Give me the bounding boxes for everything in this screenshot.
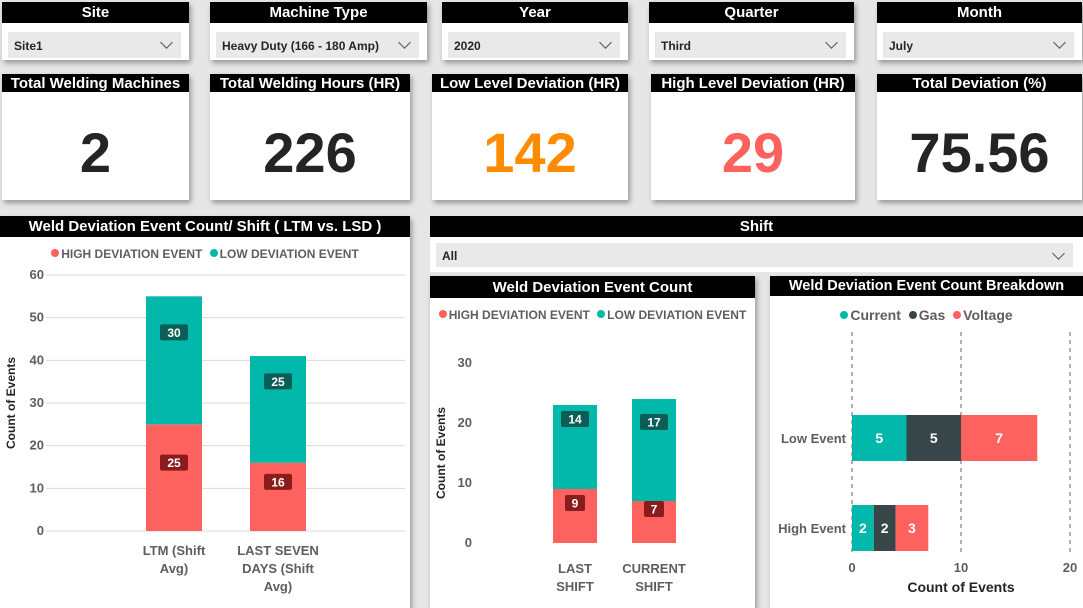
y-tick-label: 0	[37, 523, 44, 538]
chevron-down-icon	[1053, 36, 1066, 49]
x-tick-label: SHIFT	[635, 579, 673, 594]
kpi-title: Total Deviation (%)	[877, 74, 1082, 92]
quarter-dropdown[interactable]: Third	[655, 32, 846, 58]
x-tick-label: Avg)	[160, 561, 188, 576]
y-axis-title: Count of Events	[4, 357, 18, 449]
chevron-down-icon	[1052, 247, 1065, 260]
year-filter: Year 2020	[442, 2, 628, 60]
site-filter: Site Site1	[2, 2, 189, 60]
shift-dropdown[interactable]: All	[436, 243, 1073, 267]
y-tick-label: 20	[30, 438, 44, 453]
data-label: 17	[647, 416, 661, 430]
x-tick-label: 0	[848, 560, 855, 575]
x-tick-label: 10	[954, 560, 968, 575]
data-label: 5	[875, 430, 883, 446]
data-label: 2	[859, 520, 867, 536]
chart-ltm-vs-lsd-svg: 0 10 20 30 40 50 60 Count of Events 25 30 LTM (Shi…	[4, 267, 405, 594]
data-label: 7	[995, 430, 1003, 446]
quarter-filter-title: Quarter	[649, 2, 854, 23]
data-label: 25	[271, 375, 285, 389]
site-value: Site1	[14, 39, 43, 53]
chevron-down-icon	[599, 36, 612, 49]
quarter-value: Third	[661, 39, 691, 53]
year-dropdown[interactable]: 2020	[448, 32, 620, 58]
kpi-title: Low Level Deviation (HR)	[432, 74, 628, 92]
x-tick-label: 20	[1063, 560, 1077, 575]
x-tick-label: LAST SEVEN	[237, 543, 319, 558]
kpi-title: High Level Deviation (HR)	[651, 74, 855, 92]
chevron-down-icon	[398, 36, 411, 49]
data-label: 7	[651, 503, 658, 517]
data-label: 14	[568, 413, 582, 427]
bar-segment[interactable]	[146, 424, 202, 531]
chevron-down-icon	[160, 36, 173, 49]
data-label: 3	[908, 520, 916, 536]
year-value: 2020	[454, 39, 481, 53]
x-tick-label: Avg)	[264, 579, 292, 594]
bar-segment[interactable]	[146, 296, 202, 425]
data-label: 5	[930, 430, 938, 446]
kpi-title: Total Welding Hours (HR)	[210, 74, 410, 92]
bar-segment[interactable]	[250, 356, 306, 463]
data-label: 2	[881, 520, 889, 536]
y-tick-label: 30	[30, 395, 44, 410]
month-filter: Month July	[877, 2, 1082, 60]
y-tick-label: 50	[30, 310, 44, 325]
y-tick-label: Low Event	[781, 431, 847, 446]
data-label: 30	[167, 326, 181, 340]
y-axis-title: Count of Events	[434, 407, 448, 499]
machine-type-value: Heavy Duty (166 - 180 Amp)	[222, 39, 379, 53]
year-filter-title: Year	[442, 2, 628, 23]
y-tick-label: 10	[30, 480, 44, 495]
bar-segment[interactable]	[250, 462, 306, 531]
x-tick-label: DAYS (Shift	[242, 561, 314, 576]
x-tick-label: LTM (Shift	[143, 543, 206, 558]
x-tick-label: CURRENT	[622, 561, 686, 576]
month-dropdown[interactable]: July	[883, 32, 1074, 58]
kpi-value: 142	[483, 121, 577, 184]
machine-type-dropdown[interactable]: Heavy Duty (166 - 180 Amp)	[216, 32, 419, 58]
x-axis-title: Count of Events	[907, 579, 1015, 595]
shift-filter: Shift All	[430, 216, 1083, 272]
site-filter-title: Site	[2, 2, 189, 23]
chart-event-count: Weld Deviation Event Count HIGH DEVIATIO…	[430, 276, 755, 608]
kpi-value: 2	[79, 121, 112, 184]
chart-event-count-svg: 0 10 20 30 Count of Events 9 14 LAST SHIFT 7 17 CUR…	[434, 355, 686, 594]
kpi-value: 226	[263, 121, 357, 184]
y-tick-label: 30	[458, 355, 472, 370]
chart-ltm-vs-lsd: Weld Deviation Event Count/ Shift ( LTM …	[0, 216, 410, 608]
quarter-filter: Quarter Third	[649, 2, 854, 60]
month-filter-title: Month	[877, 2, 1082, 23]
kpi-low-level-deviation: Low Level Deviation (HR) 142	[432, 74, 628, 200]
machine-type-filter-title: Machine Type	[210, 2, 427, 23]
chevron-down-icon	[825, 36, 838, 49]
chart-breakdown: Weld Deviation Event Count Breakdown Cur…	[770, 276, 1083, 608]
x-tick-label: SHIFT	[556, 579, 594, 594]
y-tick-label: High Event	[778, 521, 847, 536]
data-label: 9	[572, 497, 579, 511]
kpi-total-deviation: Total Deviation (%) 75.56	[877, 74, 1082, 200]
shift-value: All	[442, 249, 458, 263]
y-tick-label: 40	[30, 352, 44, 367]
y-tick-label: 20	[458, 415, 472, 430]
kpi-total-welding-machines: Total Welding Machines 2	[2, 74, 189, 200]
machine-type-filter: Machine Type Heavy Duty (166 - 180 Amp)	[210, 2, 427, 60]
kpi-title: Total Welding Machines	[2, 74, 189, 92]
data-label: 16	[271, 475, 285, 489]
x-tick-label: LAST	[558, 561, 592, 576]
chart-breakdown-svg: 0 10 20 Count of Events Low Event 5 5 7 High Eve…	[778, 332, 1077, 595]
kpi-value: 29	[721, 121, 785, 184]
kpi-high-level-deviation: High Level Deviation (HR) 29	[651, 74, 855, 200]
month-value: July	[889, 39, 914, 53]
y-tick-label: 0	[465, 535, 472, 550]
kpi-total-welding-hours: Total Welding Hours (HR) 226	[210, 74, 410, 200]
shift-filter-title: Shift	[430, 216, 1083, 237]
kpi-value: 75.56	[909, 121, 1050, 184]
site-dropdown[interactable]: Site1	[8, 32, 181, 58]
y-tick-label: 10	[458, 475, 472, 490]
y-tick-label: 60	[30, 267, 44, 282]
data-label: 25	[167, 456, 181, 470]
